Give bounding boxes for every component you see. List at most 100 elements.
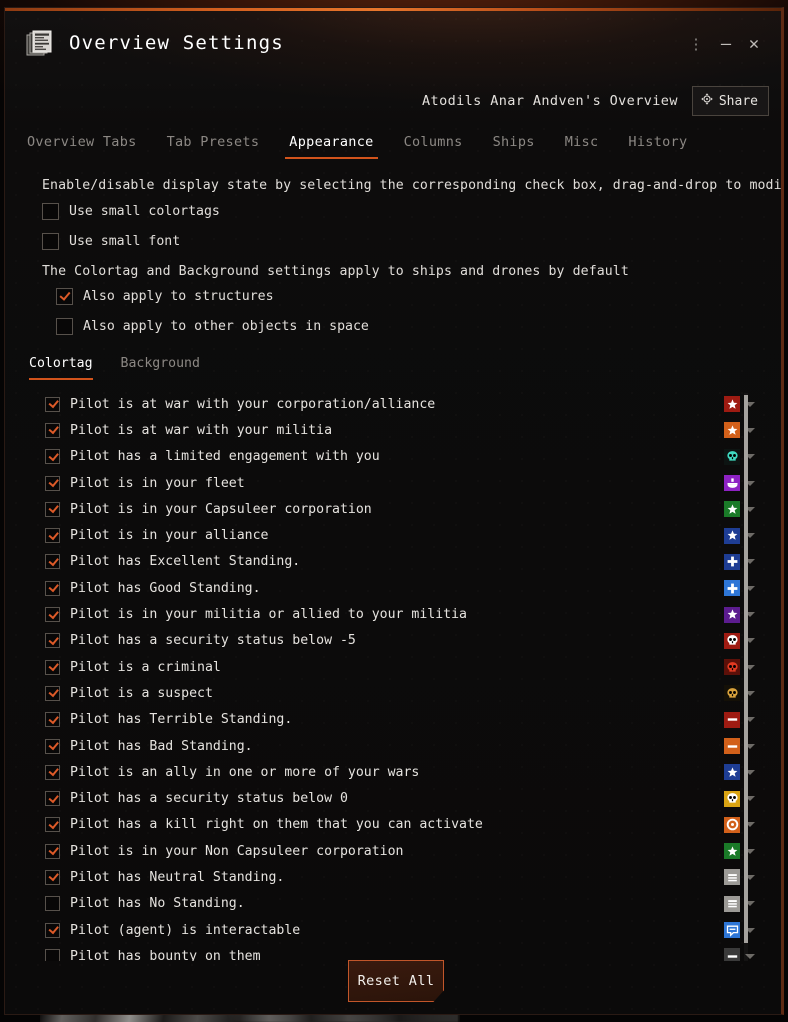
colortag-row-checkbox[interactable]: [45, 764, 60, 780]
colortag-row-checkbox[interactable]: [45, 712, 60, 728]
colortag-row[interactable]: Pilot is in your Non Capsuleer corporati…: [23, 838, 775, 864]
reset-all-button[interactable]: Reset All: [348, 960, 444, 1002]
colortag-row[interactable]: Pilot (agent) is interactable: [23, 917, 775, 943]
colortag-skull-icon[interactable]: [724, 790, 740, 807]
colortag-target-icon[interactable]: [724, 816, 740, 833]
checkbox-box[interactable]: [42, 203, 59, 220]
colortag-plus-icon[interactable]: [724, 580, 740, 597]
colortag-star-icon[interactable]: [724, 606, 740, 623]
colortag-row[interactable]: Pilot has a security status below 0: [23, 785, 775, 811]
colortag-row[interactable]: Pilot is at war with your corporation/al…: [23, 391, 775, 417]
colortag-skull-icon[interactable]: [724, 659, 740, 676]
colortag-minus-icon[interactable]: [724, 711, 740, 728]
colortag-row-checkbox[interactable]: [45, 791, 60, 807]
colortag-row-checkbox[interactable]: [45, 948, 60, 961]
colortag-row-checkbox[interactable]: [45, 843, 60, 859]
colortag-row[interactable]: Pilot has No Standing.: [23, 891, 775, 917]
colortag-row[interactable]: Pilot has bounty on them: [23, 943, 775, 961]
colortag-row-checkbox[interactable]: [45, 528, 60, 544]
checkbox-use-small-font[interactable]: Use small font: [42, 233, 180, 250]
appearance-description-top: Enable/disable display state by selectin…: [42, 178, 782, 193]
checkbox-also-apply-structures[interactable]: Also apply to structures: [56, 288, 274, 305]
colortag-plus-icon[interactable]: [724, 553, 740, 570]
share-button[interactable]: Share: [691, 86, 769, 116]
colortag-star-icon[interactable]: [724, 422, 740, 439]
colortag-star-icon[interactable]: [724, 501, 740, 518]
colortag-row-checkbox[interactable]: [45, 501, 60, 517]
colortag-row-checkbox[interactable]: [45, 633, 60, 649]
tab-appearance[interactable]: Appearance: [274, 132, 388, 159]
colortag-bars-icon[interactable]: [724, 869, 740, 886]
colortag-row[interactable]: Pilot is at war with your militia: [23, 417, 775, 443]
colortag-star-icon[interactable]: [724, 764, 740, 781]
colortag-row[interactable]: Pilot has Good Standing.: [23, 575, 775, 601]
colortag-row[interactable]: Pilot is an ally in one or more of your …: [23, 759, 775, 785]
settings-tab-bar: Overview Tabs Tab Presets Appearance Column…: [27, 132, 702, 159]
colortag-row[interactable]: Pilot has a limited engagement with you: [23, 444, 775, 470]
colortag-row[interactable]: Pilot has Terrible Standing.: [23, 707, 775, 733]
colortag-row-checkbox[interactable]: [45, 685, 60, 701]
colortag-row[interactable]: Pilot is in your alliance: [23, 522, 775, 548]
colortag-row-checkbox[interactable]: [45, 869, 60, 885]
colortag-row-checkbox[interactable]: [45, 738, 60, 754]
colortag-row[interactable]: Pilot has Bad Standing.: [23, 733, 775, 759]
colortag-row-checkbox[interactable]: [45, 580, 60, 596]
tab-columns[interactable]: Columns: [389, 132, 478, 159]
colortag-row-checkbox[interactable]: [45, 922, 60, 938]
colortag-fleet-icon[interactable]: [724, 475, 740, 492]
window-titlebar[interactable]: Overview Settings ⋮ — ✕: [5, 11, 781, 69]
colortag-star-icon[interactable]: [724, 527, 740, 544]
tab-overview-tabs[interactable]: Overview Tabs: [27, 132, 152, 159]
checkbox-box[interactable]: [42, 233, 59, 250]
checkbox-label: Use small colortags: [69, 204, 220, 219]
colortag-swatch-group: [724, 501, 755, 518]
colortag-row-checkbox[interactable]: [45, 554, 60, 570]
colortag-list-scrollbar[interactable]: [744, 393, 748, 961]
colortag-row-checkbox[interactable]: [45, 449, 60, 465]
scrollbar-thumb[interactable]: [744, 395, 748, 943]
colortag-row-checkbox[interactable]: [45, 817, 60, 833]
colortag-minus-icon[interactable]: [724, 738, 740, 754]
subtab-colortag[interactable]: Colortag: [27, 354, 107, 380]
tab-ships[interactable]: Ships: [478, 132, 550, 159]
colortag-row-label: Pilot has a security status below 0: [70, 791, 348, 807]
colortag-row-checkbox[interactable]: [45, 659, 60, 675]
colortag-bars-icon[interactable]: [724, 895, 740, 912]
colortag-row[interactable]: Pilot is a suspect: [23, 680, 775, 706]
window-menu-icon[interactable]: ⋮: [685, 33, 707, 55]
checkbox-box[interactable]: [56, 318, 73, 335]
tab-misc[interactable]: Misc: [550, 132, 614, 159]
checkbox-use-small-colortags[interactable]: Use small colortags: [42, 203, 220, 220]
colortag-row-checkbox[interactable]: [45, 396, 60, 412]
colortag-star-icon[interactable]: [724, 396, 740, 413]
colortag-row[interactable]: Pilot is in your Capsuleer corporation: [23, 496, 775, 522]
colortag-row-checkbox[interactable]: [45, 475, 60, 491]
tab-tab-presets[interactable]: Tab Presets: [152, 132, 275, 159]
colortag-row[interactable]: Pilot has Neutral Standing.: [23, 864, 775, 890]
colortag-row-label: Pilot is in your fleet: [70, 475, 245, 491]
colortag-row-checkbox[interactable]: [45, 422, 60, 438]
colortag-star-icon[interactable]: [724, 843, 740, 860]
colortag-skull-icon[interactable]: [724, 448, 740, 465]
colortag-row-label: Pilot has a kill right on them that you …: [70, 817, 483, 833]
colortag-row[interactable]: Pilot has a security status below -5: [23, 628, 775, 654]
checkbox-box[interactable]: [56, 288, 73, 305]
colortag-skull-icon[interactable]: [724, 632, 740, 649]
colortag-row[interactable]: Pilot has Excellent Standing.: [23, 549, 775, 575]
close-icon[interactable]: ✕: [743, 33, 765, 55]
colortag-chat-icon[interactable]: [724, 922, 740, 939]
minimize-icon[interactable]: —: [715, 33, 737, 55]
colortag-row-checkbox[interactable]: [45, 607, 60, 623]
colortag-skull-icon[interactable]: [724, 685, 740, 702]
colortag-row-checkbox[interactable]: [45, 896, 60, 912]
colortag-swatch-group: [724, 843, 755, 860]
colortag-row[interactable]: Pilot is in your militia or allied to yo…: [23, 601, 775, 627]
colortag-row[interactable]: Pilot has a kill right on them that you …: [23, 812, 775, 838]
colortag-row[interactable]: Pilot is a criminal: [23, 654, 775, 680]
tab-history[interactable]: History: [613, 132, 702, 159]
colortag-list: Pilot is at war with your corporation/al…: [23, 391, 775, 961]
colortag-minus-icon[interactable]: [724, 948, 740, 961]
subtab-background[interactable]: Background: [107, 354, 214, 380]
checkbox-also-apply-other-objects[interactable]: Also apply to other objects in space: [56, 318, 369, 335]
colortag-row[interactable]: Pilot is in your fleet: [23, 470, 775, 496]
